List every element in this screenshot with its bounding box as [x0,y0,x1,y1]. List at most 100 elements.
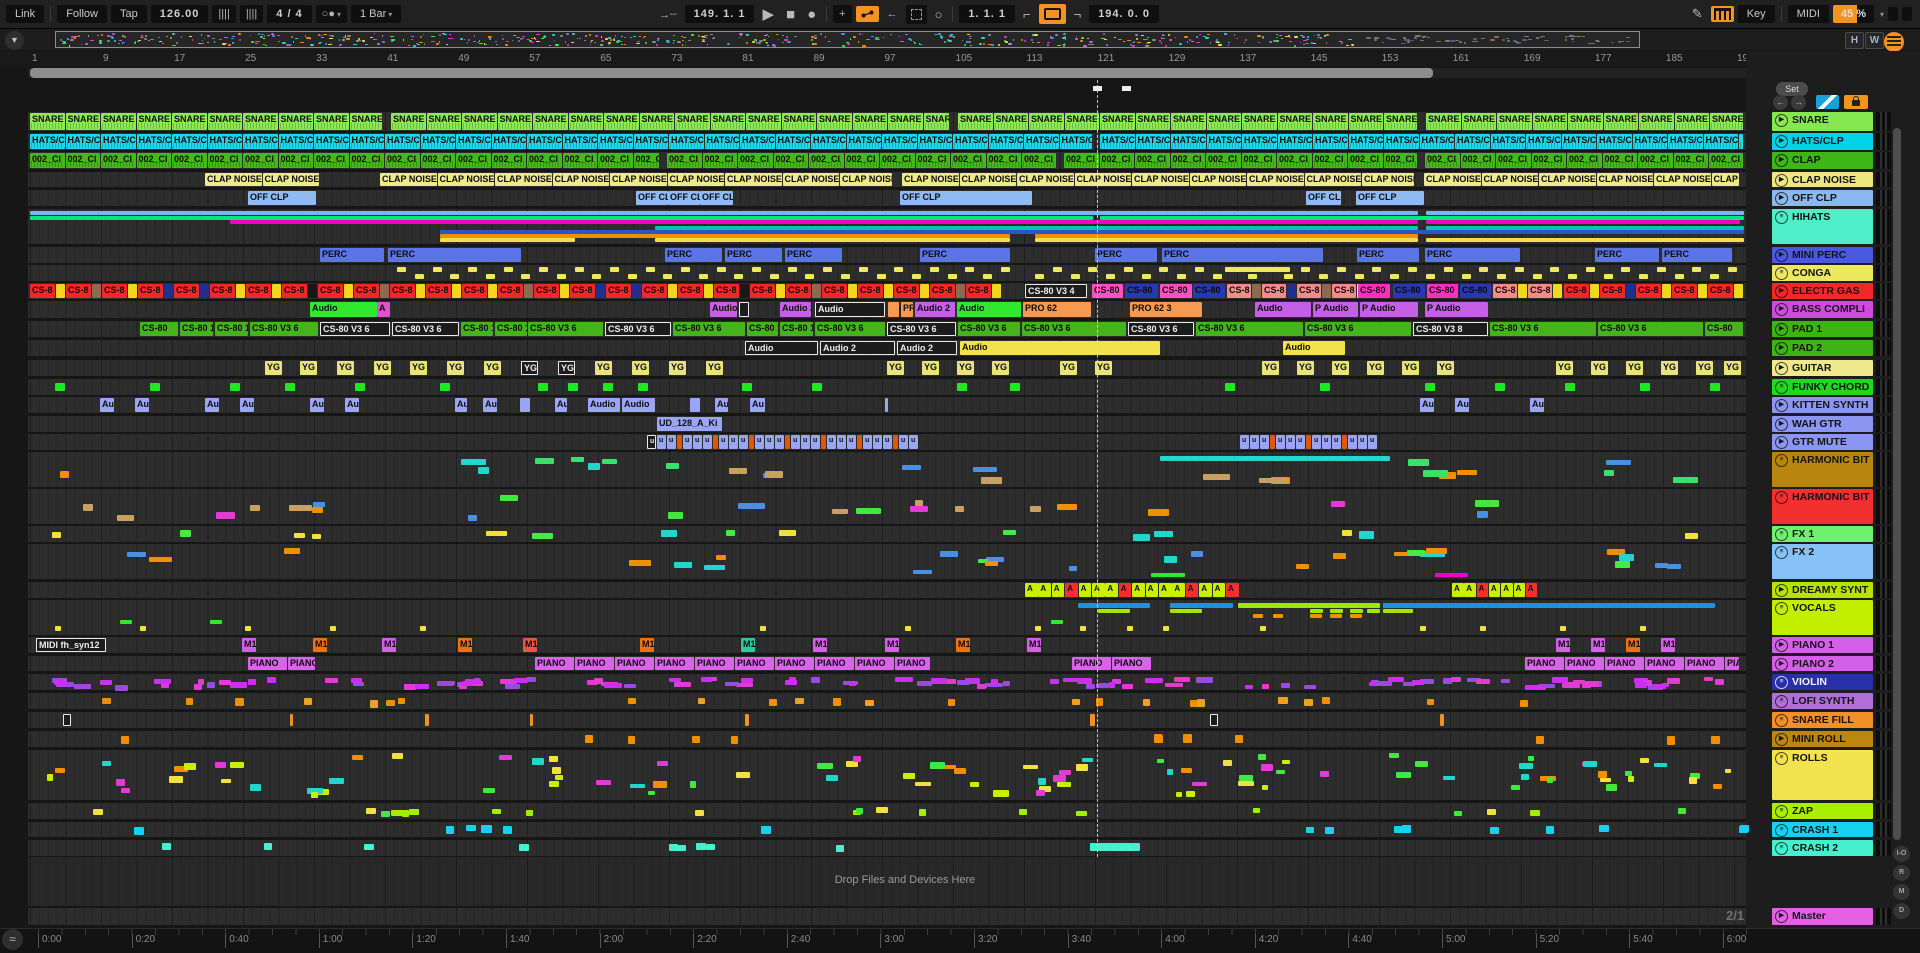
clip[interactable]: PIANO [248,657,287,670]
drum-hit[interactable] [1106,274,1115,279]
clip[interactable]: HATS/C [172,134,207,149]
clip[interactable]: CS-8 [1600,284,1625,298]
clip[interactable]: YG [1262,361,1279,375]
clip[interactable] [420,626,426,631]
note-blob[interactable] [1604,470,1614,476]
drum-hit[interactable] [1355,274,1364,279]
clip[interactable]: M1 [741,638,755,652]
clip-lane[interactable] [1310,614,1322,618]
clip[interactable]: CS-8 [786,284,811,298]
clip[interactable] [893,435,898,449]
note-blob[interactable] [1127,40,1131,41]
note-blob[interactable] [652,41,656,43]
note-blob[interactable] [1455,40,1459,41]
note-blob[interactable] [1003,681,1010,686]
clip[interactable] [1035,626,1041,631]
clip[interactable]: 002_Cl [243,153,278,168]
drum-hit[interactable] [788,267,797,272]
clip[interactable]: YG [265,361,282,375]
note-blob[interactable] [100,680,112,684]
note-blob[interactable] [391,810,403,816]
note-blob[interactable] [492,809,501,814]
clip[interactable]: PR [901,302,913,317]
clip[interactable]: 002_Cl [1100,153,1135,168]
clip[interactable] [1287,284,1296,298]
clip[interactable] [1495,383,1505,391]
clip[interactable]: PRO 62 [1023,302,1091,317]
clip[interactable]: SNARE [243,113,278,130]
note-blob[interactable] [232,36,235,37]
clip[interactable]: YG [300,361,317,375]
clip[interactable]: CS-80 V3 6 [1305,322,1411,336]
clip-lane[interactable] [1350,609,1363,613]
note-blob[interactable] [955,506,965,512]
note-blob[interactable] [621,36,623,37]
note-blob[interactable] [529,40,532,42]
note-blob[interactable] [1494,36,1499,38]
clip[interactable] [704,284,713,298]
clip[interactable]: HATS/C [385,134,420,149]
note-blob[interactable] [1114,37,1116,38]
note-blob[interactable] [1168,34,1170,36]
clip[interactable]: HATS/C [1024,134,1059,149]
note-blob[interactable] [1522,39,1527,41]
note-blob[interactable] [267,677,275,682]
clip[interactable]: YG [1591,361,1608,375]
note-blob[interactable] [1083,45,1087,47]
clip[interactable] [920,284,929,298]
note-blob[interactable] [325,43,327,44]
note-blob[interactable] [366,808,376,814]
note-blob[interactable] [1519,763,1532,769]
clip[interactable]: HATS/C [669,134,704,149]
clip[interactable]: SNARE [1710,113,1743,130]
clip[interactable] [1734,284,1743,298]
note-blob[interactable] [1530,810,1541,816]
note-blob[interactable] [148,40,150,42]
clip[interactable]: 002_Cl [1532,153,1567,168]
clip[interactable]: PIANO [535,657,574,670]
note-blob[interactable] [55,768,65,773]
drum-hit[interactable] [1248,274,1257,279]
clip[interactable]: CS-8 [1636,284,1661,298]
note-blob[interactable] [1528,756,1534,761]
note-blob[interactable] [1546,826,1554,834]
clip-lane[interactable] [1435,573,1468,577]
clip[interactable]: M1 [1556,638,1570,652]
clip[interactable] [760,626,766,631]
clip[interactable]: 002_Cl [350,153,385,168]
clip[interactable]: u [801,435,810,449]
clip[interactable]: PIANO [1525,657,1564,670]
clip-lane[interactable] [1383,609,1413,613]
clip[interactable]: CS-8 [1262,284,1286,298]
note-blob[interactable] [1165,683,1183,687]
note-blob[interactable] [370,700,378,708]
drum-hit[interactable] [1586,267,1595,272]
clip[interactable]: HATS/C [1562,134,1597,149]
clip[interactable]: CS-80 V3 6 [887,322,956,336]
clip[interactable]: SNARE [30,113,65,130]
clip[interactable]: HATS/C [989,134,1024,149]
note-blob[interactable] [99,42,101,44]
note-blob[interactable] [1278,697,1288,704]
note-blob[interactable] [817,763,833,769]
note-blob[interactable] [251,41,254,43]
clip[interactable] [1270,435,1275,449]
clip[interactable] [603,383,613,391]
note-blob[interactable] [382,41,385,42]
note-blob[interactable] [1036,790,1045,797]
note-blob[interactable] [833,698,841,706]
note-blob[interactable] [602,459,617,464]
clip[interactable]: SNARE [172,113,207,130]
play-icon[interactable]: ▶ [1775,342,1788,355]
clip[interactable]: 002_Cl [279,153,314,168]
drum-hit[interactable] [1284,274,1293,279]
note-blob[interactable] [841,33,845,35]
clip[interactable]: CS-80 1 [461,322,493,336]
note-blob[interactable] [306,37,310,38]
note-blob[interactable] [782,35,784,36]
note-blob[interactable] [814,37,817,38]
drum-hit[interactable] [1444,267,1453,272]
clip[interactable] [380,284,389,298]
clip[interactable]: PIANO [1605,657,1644,670]
note-blob[interactable] [981,477,1001,483]
